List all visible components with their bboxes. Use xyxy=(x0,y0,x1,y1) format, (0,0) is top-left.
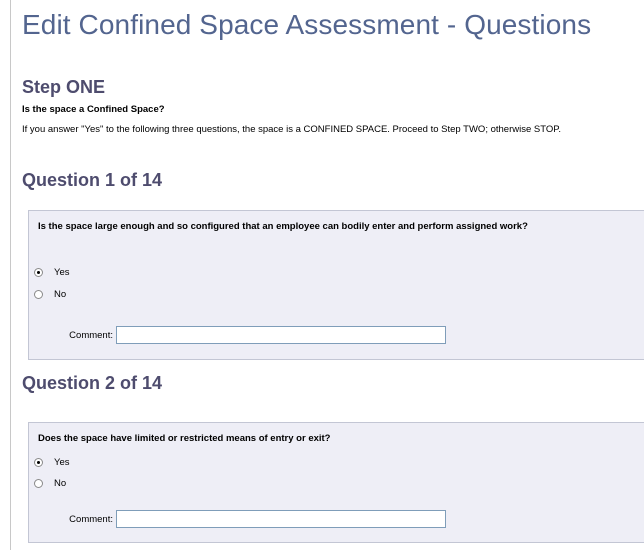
question-1-comment-input[interactable] xyxy=(116,326,446,344)
question-2-radio-no[interactable] xyxy=(34,478,43,488)
option-label: No xyxy=(54,288,67,300)
question-2-comment-input[interactable] xyxy=(116,510,446,528)
question-1-option-yes[interactable]: Yes xyxy=(33,265,70,279)
option-label: No xyxy=(54,477,67,489)
question-2-comment-row: Comment: xyxy=(29,509,446,529)
step-question: Is the space a Confined Space? xyxy=(22,104,165,115)
question-1-comment-row: Comment: xyxy=(29,325,446,345)
question-2-option-no[interactable]: No xyxy=(33,476,66,490)
question-1-panel: Is the space large enough and so configu… xyxy=(28,210,644,360)
assessment-page: Edit Confined Space Assessment - Questio… xyxy=(10,0,644,550)
step-instructions: If you answer "Yes" to the following thr… xyxy=(22,124,561,135)
comment-label: Comment: xyxy=(69,513,113,525)
question-1-option-no[interactable]: No xyxy=(33,287,66,301)
question-2-option-yes[interactable]: Yes xyxy=(33,455,70,469)
question-1-text: Is the space large enough and so configu… xyxy=(38,221,528,232)
question-2-radio-yes[interactable] xyxy=(34,457,43,467)
option-label: Yes xyxy=(54,266,70,278)
page-title: Edit Confined Space Assessment - Questio… xyxy=(22,9,592,40)
question-2-panel: Does the space have limited or restricte… xyxy=(28,422,644,543)
option-label: Yes xyxy=(54,456,70,468)
question-1-heading: Question 1 of 14 xyxy=(22,170,163,190)
question-2-heading: Question 2 of 14 xyxy=(22,373,163,393)
question-2-text: Does the space have limited or restricte… xyxy=(38,433,331,444)
step-title: Step ONE xyxy=(22,77,106,97)
comment-label: Comment: xyxy=(69,329,113,341)
question-1-radio-no[interactable] xyxy=(34,289,43,299)
question-1-radio-yes[interactable] xyxy=(34,267,43,277)
